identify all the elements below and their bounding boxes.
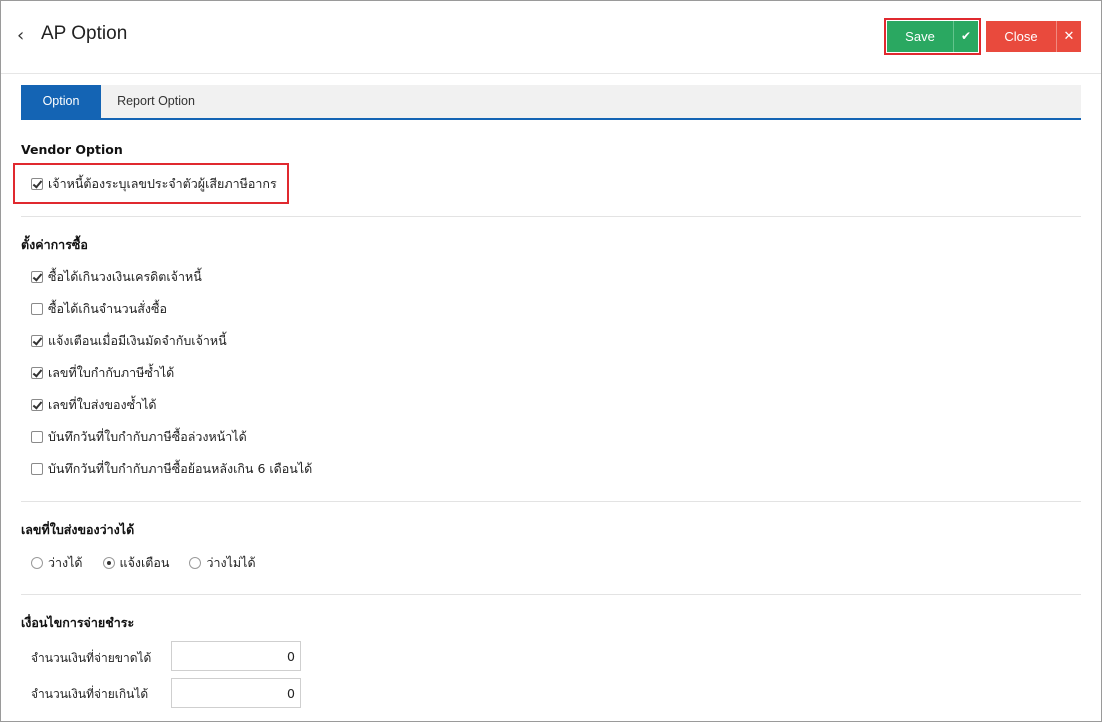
payment-conditions-title: เงื่อนไขการจ่ายชำระ [21, 615, 135, 630]
radio[interactable] [102, 557, 115, 569]
checkbox-label: บันทึกวันที่ใบกำกับภาษีซื้อล่วงหน้าได้ [48, 429, 247, 444]
underpay-amount-label: จำนวนเงินที่จ่ายขาดได้ [31, 651, 152, 665]
checkbox-label: เลขที่ใบส่งของซ้ำได้ [48, 397, 157, 412]
radio-option-not-blank[interactable]: ว่างไม่ได้ [189, 553, 256, 573]
tab-bar: Option Report Option [21, 85, 1081, 120]
radio-option-warn[interactable]: แจ้งเตือน [102, 553, 170, 573]
page-header: ‹ AP Option Save ✔ Close ✕ [1, 1, 1101, 74]
delivery-blank-title: เลขที่ใบส่งของว่างได้ [21, 522, 135, 537]
checkbox-label: เจ้าหนี้ต้องระบุเลขประจำตัวผู้เสียภาษีอา… [48, 176, 277, 191]
close-button[interactable]: Close ✕ [986, 21, 1081, 52]
section-divider [21, 216, 1081, 217]
underpay-amount-input[interactable] [171, 641, 301, 671]
save-button-label: Save [905, 29, 935, 44]
back-chevron-icon[interactable]: ‹ [17, 25, 33, 47]
overpay-amount-input[interactable] [171, 678, 301, 708]
checkbox-label: ซื้อได้เกินจำนวนสั่งซื้อ [48, 301, 167, 316]
checkbox[interactable] [31, 431, 43, 443]
overpay-amount-label: จำนวนเงินที่จ่ายเกินได้ [31, 687, 149, 701]
tab-report-option[interactable]: Report Option [101, 85, 211, 118]
checkbox[interactable] [31, 271, 43, 283]
purchase-settings-title: ตั้งค่าการซื้อ [21, 237, 88, 252]
section-divider [21, 501, 1081, 502]
close-button-label: Close [1004, 29, 1038, 44]
close-icon: ✕ [1056, 21, 1081, 52]
radio-option-allow-blank[interactable]: ว่างได้ [31, 553, 83, 573]
checkbox[interactable] [31, 367, 43, 379]
radio-label: ว่างไม่ได้ [206, 555, 256, 570]
radio-label: ว่างได้ [48, 555, 83, 570]
checkbox[interactable] [31, 178, 43, 190]
radio-label: แจ้งเตือน [119, 555, 170, 570]
window-frame: ‹ AP Option Save ✔ Close ✕ Option Report… [0, 0, 1102, 722]
checkbox[interactable] [31, 303, 43, 315]
checkbox[interactable] [31, 399, 43, 411]
purchase-checkbox-row[interactable]: บันทึกวันที่ใบกำกับภาษีซื้อย้อนหลังเกิน … [31, 460, 312, 478]
checkbox[interactable] [31, 335, 43, 347]
checkbox-label: เลขที่ใบกำกับภาษีซ้ำได้ [48, 365, 175, 380]
purchase-checkbox-row[interactable]: ซื้อได้เกินวงเงินเครดิตเจ้าหนี้ [31, 268, 202, 286]
purchase-checkbox-row[interactable]: บันทึกวันที่ใบกำกับภาษีซื้อล่วงหน้าได้ [31, 428, 247, 446]
purchase-checkbox-row[interactable]: เลขที่ใบส่งของซ้ำได้ [31, 396, 157, 414]
delivery-radio-group: ว่างได้ แจ้งเตือน ว่างไม่ได้ [31, 553, 276, 573]
vendor-checkbox-row[interactable]: เจ้าหนี้ต้องระบุเลขประจำตัวผู้เสียภาษีอา… [31, 175, 277, 193]
page-title: AP Option [41, 23, 128, 44]
purchase-checkbox-row[interactable]: ซื้อได้เกินจำนวนสั่งซื้อ [31, 300, 167, 318]
tab-option[interactable]: Option [21, 85, 101, 118]
check-icon: ✔ [953, 21, 978, 52]
radio[interactable] [189, 557, 202, 569]
checkbox-label: ซื้อได้เกินวงเงินเครดิตเจ้าหนี้ [48, 269, 202, 284]
checkbox-label: แจ้งเตือนเมื่อมีเงินมัดจำกับเจ้าหนี้ [48, 333, 227, 348]
radio[interactable] [31, 557, 43, 569]
section-divider [21, 594, 1081, 595]
save-button-highlight: Save ✔ [884, 18, 981, 55]
purchase-checkbox-row[interactable]: แจ้งเตือนเมื่อมีเงินมัดจำกับเจ้าหนี้ [31, 332, 227, 350]
checkbox-label: บันทึกวันที่ใบกำกับภาษีซื้อย้อนหลังเกิน … [48, 461, 313, 476]
checkbox[interactable] [31, 463, 43, 475]
save-button[interactable]: Save ✔ [887, 21, 978, 52]
vendor-option-title: Vendor Option [21, 142, 123, 157]
purchase-checkbox-row[interactable]: เลขที่ใบกำกับภาษีซ้ำได้ [31, 364, 174, 382]
